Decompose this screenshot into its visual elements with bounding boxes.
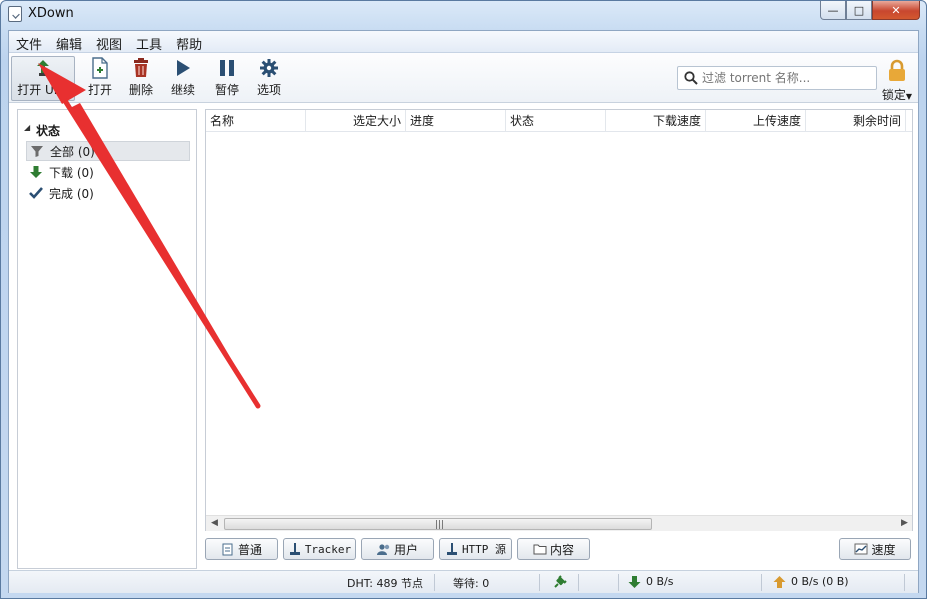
- status-bar: DHT: 489 节点 等待: 0 0 B/s 0 B/s (0 B): [9, 570, 918, 593]
- arrow-down-icon: [29, 165, 43, 179]
- waiting-status: 等待: 0: [453, 577, 490, 590]
- resume-label: 继续: [170, 83, 195, 97]
- window-title: XDown: [28, 6, 74, 21]
- dht-status: DHT: 489 节点: [347, 577, 423, 590]
- link-icon: [32, 57, 54, 79]
- status-divider: [539, 574, 540, 591]
- minimize-button[interactable]: —: [820, 1, 846, 20]
- sidebar-item-label: 完成 (0): [49, 186, 94, 201]
- sidebar-item-label: 全部 (0): [50, 144, 95, 159]
- column-header-size[interactable]: 选定大小: [306, 110, 406, 132]
- menu-help[interactable]: 帮助: [169, 31, 209, 53]
- gear-icon: [258, 57, 280, 79]
- tab-label: 普通: [237, 542, 262, 557]
- close-button[interactable]: ✕: [872, 1, 920, 20]
- status-header: 状态: [36, 124, 61, 138]
- maximize-button[interactable]: □: [846, 1, 872, 20]
- search-input[interactable]: [702, 70, 872, 86]
- options-label: 选项: [256, 83, 281, 97]
- users-icon: [376, 542, 391, 556]
- menu-bar: 文件 编辑 视图 工具 帮助: [9, 31, 918, 53]
- menu-file[interactable]: 文件: [9, 31, 49, 53]
- open-url-button[interactable]: 打开 URL: [11, 56, 75, 101]
- column-header-status[interactable]: 状态: [506, 110, 606, 132]
- tab-http-sources[interactable]: HTTP 源: [439, 538, 512, 560]
- scrollbar-thumb[interactable]: |||: [224, 518, 652, 530]
- tab-label: 内容: [549, 542, 574, 557]
- toolbar: 打开 URL 打开 删除 继续 暂停 选项 过滤 torrent 名称... 锁…: [9, 53, 918, 103]
- tab-general[interactable]: 普通: [205, 538, 278, 560]
- pause-button[interactable]: 暂停: [209, 57, 245, 101]
- horizontal-scrollbar[interactable]: ◀ ||| ▶: [206, 515, 912, 531]
- collapse-triangle-icon[interactable]: ◢: [24, 123, 30, 132]
- connection-plug-icon[interactable]: [552, 574, 568, 593]
- client-area: 文件 编辑 视图 工具 帮助 打开 URL 打开 删除 继续 暂停 选项 过滤 …: [8, 30, 919, 593]
- sidebar-item-label: 下载 (0): [49, 165, 94, 180]
- table-header: 名称 选定大小 进度 状态 下载速度 上传速度 剩余时间: [206, 110, 912, 132]
- status-divider: [434, 574, 435, 591]
- search-box[interactable]: [677, 66, 877, 90]
- sidebar-item-all[interactable]: 全部 (0): [26, 141, 190, 161]
- lock-button[interactable]: 锁定▼: [879, 59, 915, 103]
- dropdown-arrow-icon: ▼: [905, 92, 913, 101]
- scroll-left-icon[interactable]: ◀: [211, 518, 218, 528]
- search-icon: [683, 70, 699, 86]
- delete-button[interactable]: 删除: [123, 57, 159, 101]
- tab-label: Tracker: [304, 542, 352, 556]
- http-source-icon: [445, 542, 459, 556]
- funnel-icon: [30, 144, 44, 158]
- open-label: 打开: [87, 83, 112, 97]
- column-header-down-speed[interactable]: 下载速度: [606, 110, 706, 132]
- lock-icon: [887, 59, 907, 86]
- status-divider: [578, 574, 579, 591]
- resume-button[interactable]: 继续: [165, 57, 201, 101]
- menu-view[interactable]: 视图: [89, 31, 129, 53]
- app-logo-icon: [8, 6, 22, 22]
- file-add-icon: [89, 57, 111, 79]
- status-sidebar: ◢ 状态 全部 (0) 下载 (0) 完成 (0): [17, 109, 197, 569]
- menu-edit[interactable]: 编辑: [49, 31, 89, 53]
- title-bar[interactable]: XDown — □ ✕: [0, 0, 927, 28]
- upload-speed: 0 B/s (0 B): [791, 575, 849, 588]
- tab-label: 速度: [871, 542, 896, 557]
- grip-icon: |||: [435, 520, 445, 530]
- pause-icon: [216, 57, 238, 79]
- options-button[interactable]: 选项: [251, 57, 287, 101]
- open-url-label: 打开 URL: [17, 83, 69, 97]
- tab-label: 用户: [393, 542, 418, 557]
- column-header-eta[interactable]: 剩余时间: [806, 110, 906, 132]
- tab-speed[interactable]: 速度: [839, 538, 911, 560]
- lock-label: 锁定: [881, 88, 906, 102]
- status-divider: [618, 574, 619, 591]
- status-divider: [761, 574, 762, 591]
- torrent-table: 名称 选定大小 进度 状态 下载速度 上传速度 剩余时间 ◀ ||| ▶: [205, 109, 913, 531]
- trash-icon: [130, 57, 152, 79]
- download-speed-icon: [628, 575, 641, 592]
- sidebar-item-downloading[interactable]: 下载 (0): [26, 162, 190, 182]
- check-icon: [29, 186, 43, 200]
- folder-icon: [533, 542, 547, 556]
- tab-content[interactable]: 内容: [517, 538, 590, 560]
- play-icon: [172, 57, 194, 79]
- upload-speed-icon: [773, 575, 786, 592]
- open-button[interactable]: 打开: [81, 57, 119, 101]
- pause-label: 暂停: [214, 83, 239, 97]
- status-divider: [904, 574, 905, 591]
- tab-peers[interactable]: 用户: [361, 538, 434, 560]
- column-header-up-speed[interactable]: 上传速度: [706, 110, 806, 132]
- sidebar-item-completed[interactable]: 完成 (0): [26, 183, 190, 203]
- tracker-icon: [288, 542, 302, 556]
- download-speed: 0 B/s: [646, 575, 674, 588]
- chart-icon: [854, 542, 868, 556]
- delete-label: 删除: [128, 83, 153, 97]
- column-header-progress[interactable]: 进度: [406, 110, 506, 132]
- tab-tracker[interactable]: Tracker: [283, 538, 356, 560]
- scroll-right-icon[interactable]: ▶: [901, 518, 908, 528]
- menu-tools[interactable]: 工具: [129, 31, 169, 53]
- column-header-name[interactable]: 名称: [206, 110, 306, 132]
- document-icon: [221, 542, 235, 556]
- tab-label: HTTP 源: [461, 543, 507, 556]
